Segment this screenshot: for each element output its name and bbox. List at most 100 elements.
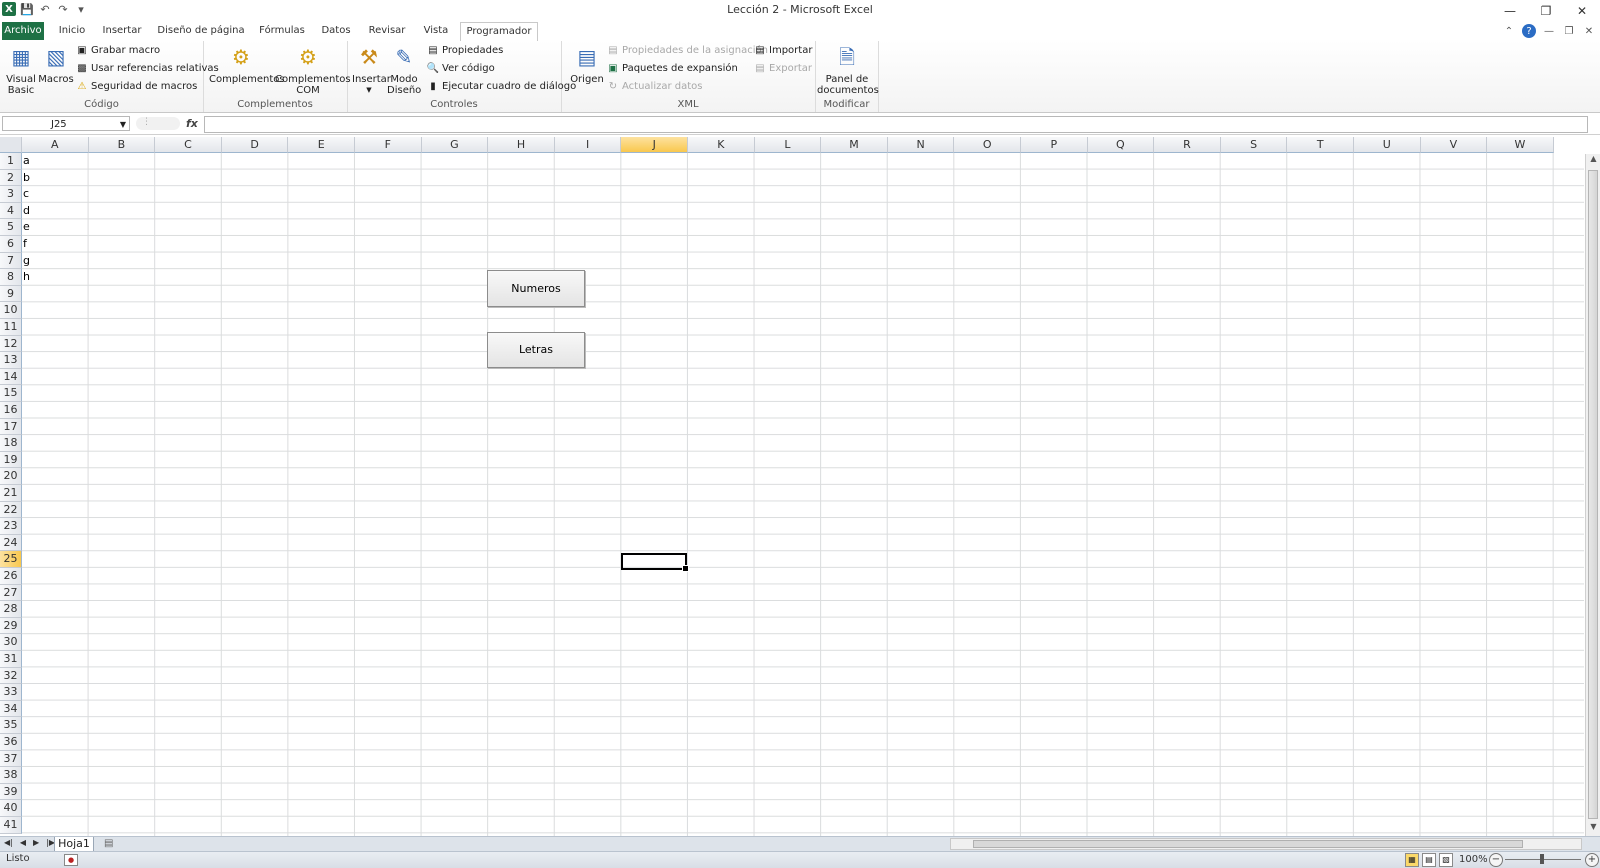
row-header[interactable]: 20: [0, 468, 22, 485]
normal-view-icon[interactable]: ▦: [1405, 853, 1419, 867]
row-header[interactable]: 32: [0, 667, 22, 685]
row-header[interactable]: 28: [0, 601, 22, 618]
horizontal-scrollbar[interactable]: [950, 838, 1582, 850]
grabar-macro-button[interactable]: ▣ Grabar macro: [76, 44, 160, 56]
row-header[interactable]: 9: [0, 285, 22, 303]
panel-documentos-button[interactable]: 🗎 Panel de documentos: [817, 43, 879, 97]
row-header[interactable]: 14: [0, 368, 22, 386]
row-header[interactable]: 6: [0, 236, 22, 253]
row-header[interactable]: 15: [0, 385, 22, 402]
macro-record-icon[interactable]: ●: [64, 854, 78, 866]
numeros-button[interactable]: Numeros: [487, 270, 585, 307]
origen-button[interactable]: ▤ Origen: [569, 43, 605, 86]
horizontal-scroll-thumb[interactable]: [973, 840, 1523, 848]
row-header[interactable]: 35: [0, 717, 22, 734]
column-header[interactable]: F: [355, 137, 422, 153]
tab-vista[interactable]: Vista: [420, 22, 452, 40]
column-header[interactable]: V: [1420, 137, 1488, 153]
column-header[interactable]: N: [887, 137, 955, 153]
actualizar-datos-button[interactable]: ↻ Actualizar datos: [607, 80, 703, 92]
row-header[interactable]: 22: [0, 501, 22, 519]
doc-restore-icon[interactable]: ❐: [1562, 24, 1576, 38]
column-header[interactable]: H: [488, 137, 555, 153]
column-header[interactable]: R: [1154, 137, 1221, 153]
scroll-down-icon[interactable]: ▼: [1586, 822, 1600, 836]
column-header[interactable]: J: [621, 137, 688, 153]
next-sheet-icon[interactable]: ▶: [33, 838, 39, 847]
zoom-slider-handle[interactable]: [1540, 854, 1544, 864]
row-header[interactable]: 24: [0, 534, 22, 552]
row-header[interactable]: 8: [0, 269, 22, 286]
cell-a6[interactable]: f: [23, 236, 27, 252]
insert-sheet-icon[interactable]: ▤: [104, 838, 113, 849]
selected-cell-j25[interactable]: [621, 553, 689, 572]
minimize-ribbon-icon[interactable]: ⌃: [1502, 24, 1516, 38]
visual-basic-button[interactable]: ▦ Visual Basic: [4, 43, 38, 97]
cell-a7[interactable]: g: [23, 253, 30, 269]
complementos-button[interactable]: ⚙ Complementos: [209, 43, 285, 86]
row-header[interactable]: 27: [0, 584, 22, 602]
ver-codigo-button[interactable]: 🔍 Ver código: [427, 62, 495, 74]
complementos-com-button[interactable]: ⚙ Complementos COM: [275, 43, 351, 97]
scroll-up-icon[interactable]: ▲: [1586, 154, 1600, 168]
column-header[interactable]: E: [288, 137, 355, 153]
first-sheet-icon[interactable]: ◀|: [4, 838, 13, 847]
row-header[interactable]: 17: [0, 418, 22, 436]
row-header[interactable]: 1: [0, 153, 22, 170]
column-header[interactable]: M: [821, 137, 888, 153]
close-icon[interactable]: ✕: [1564, 0, 1600, 22]
row-header[interactable]: 37: [0, 750, 22, 768]
zoom-level[interactable]: 100%: [1459, 854, 1488, 865]
column-header[interactable]: A: [22, 137, 89, 153]
formula-bar-handle[interactable]: ⋮: [136, 117, 180, 130]
row-header[interactable]: 2: [0, 169, 22, 187]
row-header[interactable]: 25: [0, 551, 22, 568]
importar-button[interactable]: ▤ Importar: [754, 44, 812, 56]
row-header[interactable]: 38: [0, 767, 22, 784]
row-header[interactable]: 12: [0, 335, 22, 353]
macros-button[interactable]: ▧ Macros: [38, 43, 74, 86]
cell-a1[interactable]: a: [23, 153, 30, 169]
row-header[interactable]: 23: [0, 518, 22, 535]
formula-input[interactable]: [204, 116, 1588, 133]
insert-function-icon[interactable]: fx: [186, 117, 198, 130]
seguridad-macros-button[interactable]: ⚠ Seguridad de macros: [76, 80, 198, 92]
usar-referencias-button[interactable]: ▩ Usar referencias relativas: [76, 62, 218, 74]
row-header[interactable]: 3: [0, 186, 22, 203]
row-header[interactable]: 11: [0, 319, 22, 336]
row-header[interactable]: 18: [0, 435, 22, 452]
row-header[interactable]: 5: [0, 219, 22, 236]
row-header[interactable]: 16: [0, 402, 22, 419]
row-header[interactable]: 34: [0, 700, 22, 718]
tab-programador[interactable]: Programador: [460, 22, 538, 42]
column-header[interactable]: D: [221, 137, 289, 153]
column-header[interactable]: L: [754, 137, 822, 153]
cell-a3[interactable]: c: [23, 186, 29, 202]
zoom-in-icon[interactable]: +: [1585, 853, 1599, 867]
row-header[interactable]: 30: [0, 634, 22, 651]
select-all-corner[interactable]: [0, 137, 22, 153]
propiedades-asignacion-button[interactable]: ▤ Propiedades de la asignación: [607, 44, 768, 56]
row-header[interactable]: 26: [0, 568, 22, 585]
page-break-view-icon[interactable]: ▧: [1439, 853, 1453, 867]
name-box-dropdown-icon[interactable]: ▼: [120, 117, 126, 132]
column-header[interactable]: T: [1287, 137, 1354, 153]
column-header[interactable]: K: [688, 137, 755, 153]
vertical-scroll-thumb[interactable]: [1588, 170, 1598, 819]
column-header[interactable]: G: [421, 137, 489, 153]
sheet-tab-hoja1[interactable]: Hoja1: [54, 837, 94, 852]
name-box[interactable]: J25 ▼: [2, 116, 130, 131]
row-header[interactable]: 13: [0, 352, 22, 369]
row-header[interactable]: 7: [0, 252, 22, 270]
paquetes-expansion-button[interactable]: ▣ Paquetes de expansión: [607, 62, 738, 74]
row-header[interactable]: 29: [0, 617, 22, 635]
column-header[interactable]: P: [1021, 137, 1088, 153]
column-header[interactable]: Q: [1087, 137, 1155, 153]
row-header[interactable]: 33: [0, 684, 22, 701]
row-header[interactable]: 4: [0, 202, 22, 220]
cell-a2[interactable]: b: [23, 170, 30, 186]
column-header[interactable]: S: [1220, 137, 1288, 153]
column-header[interactable]: O: [954, 137, 1021, 153]
help-icon[interactable]: ?: [1522, 24, 1536, 38]
prev-sheet-icon[interactable]: ◀: [20, 838, 26, 847]
